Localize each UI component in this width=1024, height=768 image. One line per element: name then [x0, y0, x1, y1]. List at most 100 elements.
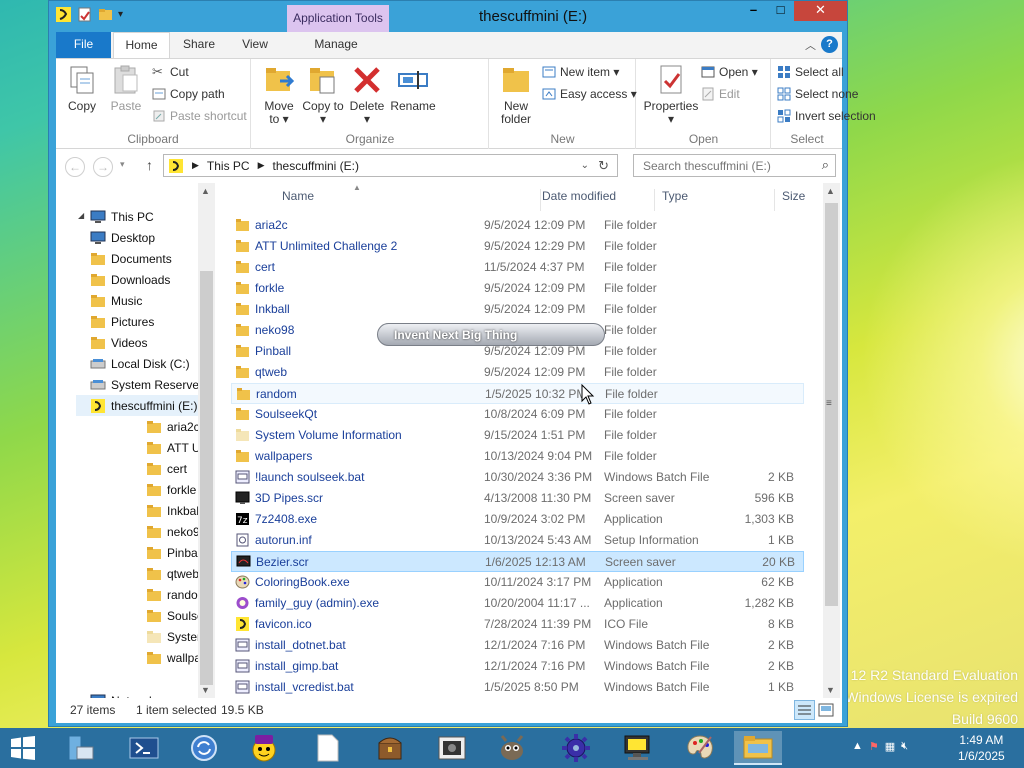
- paste-shortcut-button[interactable]: Paste shortcut: [152, 109, 247, 123]
- expand-chevron-icon[interactable]: ◢: [78, 211, 84, 220]
- back-button[interactable]: ←: [65, 157, 85, 177]
- address-dropdown-icon[interactable]: ⌄: [581, 160, 589, 171]
- file-row[interactable]: ATT Unlimited Challenge 2 9/5/2024 12:29 …: [231, 236, 804, 257]
- network-icon[interactable]: ▦: [885, 740, 895, 753]
- rename-button[interactable]: Rename: [390, 63, 436, 113]
- nav-item[interactable]: qtweb: [146, 563, 199, 584]
- refresh-icon[interactable]: ↻: [598, 158, 609, 174]
- nav-item[interactable]: Network: [90, 690, 155, 698]
- file-row[interactable]: autorun.inf 10/13/2024 5:43 AM Setup Infor…: [231, 530, 804, 551]
- properties-button[interactable]: Properties ▾: [641, 63, 701, 126]
- drive-icon[interactable]: [55, 6, 72, 23]
- nav-item[interactable]: Inkball: [146, 500, 202, 521]
- file-row[interactable]: 7z 7z2408.exe 10/9/2024 3:02 PM Application…: [231, 509, 804, 530]
- tab-share[interactable]: Share: [174, 32, 224, 58]
- tray-expand-icon[interactable]: ▲: [852, 740, 863, 753]
- scroll-up-icon[interactable]: ▲: [826, 186, 835, 196]
- file-row[interactable]: qtweb 9/5/2024 12:09 PM File folder: [231, 362, 804, 383]
- file-row[interactable]: favicon.ico 7/28/2024 11:39 PM ICO File 8 K…: [231, 614, 804, 635]
- breadcrumb-this-pc[interactable]: This PC: [207, 159, 250, 173]
- scroll-up-icon[interactable]: ▲: [201, 186, 210, 196]
- taskbar-sync-app[interactable]: [180, 731, 228, 765]
- start-button[interactable]: [10, 736, 36, 760]
- taskbar-settings-gear[interactable]: [552, 731, 600, 765]
- new-item-button[interactable]: New item ▾: [542, 65, 619, 79]
- nav-item[interactable]: Desktop: [90, 227, 155, 248]
- file-row[interactable]: Inkball 9/5/2024 12:09 PM File folder: [231, 299, 804, 320]
- cut-button[interactable]: ✂ Cut: [152, 65, 189, 80]
- copy-button[interactable]: Copy: [62, 63, 102, 113]
- column-size[interactable]: Size: [775, 189, 855, 211]
- file-row[interactable]: install_gimp.bat 12/1/2024 7:16 PM Windows…: [231, 656, 804, 677]
- file-row[interactable]: wallpapers 10/13/2024 9:04 PM File folder: [231, 446, 804, 467]
- breadcrumb-chevron-icon[interactable]: ▶: [258, 160, 265, 171]
- volume-muted-icon[interactable]: 🔇︎: [901, 740, 908, 753]
- nav-item[interactable]: Pinball: [146, 542, 203, 563]
- taskbar-paint[interactable]: [676, 731, 724, 765]
- taskbar-archive-app[interactable]: [366, 731, 414, 765]
- help-icon[interactable]: ?: [821, 36, 838, 53]
- nav-item[interactable]: Downloads: [90, 269, 170, 290]
- new-folder-icon[interactable]: [97, 6, 114, 23]
- nav-item[interactable]: aria2c: [146, 416, 200, 437]
- file-row[interactable]: System Volume Information 9/15/2024 1:51 …: [231, 425, 804, 446]
- nav-item[interactable]: cert: [146, 458, 187, 479]
- nav-item[interactable]: Videos: [90, 332, 147, 353]
- scroll-down-icon[interactable]: ▼: [201, 685, 210, 695]
- select-all-button[interactable]: Select all: [777, 65, 844, 79]
- tab-view[interactable]: View: [234, 32, 276, 58]
- taskbar-file-explorer[interactable]: [734, 731, 782, 765]
- collapse-ribbon-icon[interactable]: ︿: [805, 37, 816, 53]
- file-row[interactable]: cert 11/5/2024 4:37 PM File folder: [231, 257, 804, 278]
- column-name[interactable]: Name: [275, 189, 541, 211]
- nav-item[interactable]: Local Disk (C:): [90, 353, 190, 374]
- nav-item[interactable]: Documents: [90, 248, 172, 269]
- application-tools-tab[interactable]: Application Tools: [287, 5, 389, 32]
- qat-dropdown-icon[interactable]: ▾: [118, 9, 123, 20]
- tab-home[interactable]: Home: [113, 32, 170, 59]
- file-row[interactable]: install_dotnet.bat 12/1/2024 7:16 PM Windo…: [231, 635, 804, 656]
- paste-button[interactable]: Paste: [106, 63, 146, 113]
- recent-locations-icon[interactable]: ▾: [120, 159, 125, 170]
- nav-item[interactable]: Pictures: [90, 311, 154, 332]
- file-row[interactable]: ColoringBook.exe 10/11/2024 3:17 PM Applic…: [231, 572, 804, 593]
- file-row[interactable]: forkle 9/5/2024 12:09 PM File folder: [231, 278, 804, 299]
- minimize-button[interactable]: –: [740, 1, 767, 21]
- file-row[interactable]: family_guy (admin).exe 10/20/2004 11:17 .…: [231, 593, 804, 614]
- nav-item[interactable]: thescuffmini (E:): [76, 395, 198, 416]
- delete-button[interactable]: Delete ▾: [346, 63, 388, 126]
- tab-file[interactable]: File: [56, 32, 111, 58]
- easy-access-button[interactable]: Easy access ▾: [542, 87, 637, 101]
- nav-item[interactable]: System Reserved: [90, 374, 206, 395]
- taskbar-powershell[interactable]: [120, 731, 168, 765]
- taskbar-gimp[interactable]: [488, 731, 536, 765]
- address-bar[interactable]: ▶ This PC ▶ thescuffmini (E:) ⌄ ↻: [163, 154, 618, 177]
- file-row[interactable]: aria2c 9/5/2024 12:09 PM File folder: [231, 215, 804, 236]
- taskbar-server-manager[interactable]: [56, 731, 104, 765]
- properties-icon[interactable]: [76, 6, 93, 23]
- move-to-button[interactable]: Move to ▾: [258, 63, 300, 126]
- copy-to-button[interactable]: Copy to ▾: [302, 63, 344, 126]
- edit-button[interactable]: Edit: [701, 87, 740, 101]
- scroll-down-icon[interactable]: ▼: [826, 685, 835, 695]
- nav-item[interactable]: This PC: [90, 206, 154, 227]
- file-row[interactable]: SoulseekQt 10/8/2024 6:09 PM File folder: [231, 404, 804, 425]
- file-row[interactable]: install_vcredist.bat 1/5/2025 8:50 PM Wind…: [231, 677, 804, 695]
- new-folder-button[interactable]: New folder: [494, 63, 538, 126]
- nav-item[interactable]: Music: [90, 290, 142, 311]
- taskbar-photo-viewer[interactable]: [428, 731, 476, 765]
- taskbar-computer[interactable]: [614, 731, 662, 765]
- title-bar[interactable]: ▾ Application Tools thescuffmini (E:) – …: [49, 1, 847, 32]
- copy-path-button[interactable]: Copy path: [152, 87, 225, 101]
- invert-selection-button[interactable]: Invert selection: [777, 109, 876, 123]
- breadcrumb-drive[interactable]: thescuffmini (E:): [273, 159, 359, 173]
- file-scrollbar[interactable]: ▲ ≡ ▼: [823, 183, 840, 698]
- maximize-button[interactable]: □: [767, 1, 794, 21]
- search-icon[interactable]: ⌕: [822, 157, 829, 173]
- nav-item[interactable]: forkle: [146, 479, 196, 500]
- select-none-button[interactable]: Select none: [777, 87, 858, 101]
- taskbar-clock[interactable]: 1:49 AM 1/6/2025: [958, 732, 1005, 764]
- breadcrumb-chevron-icon[interactable]: ▶: [192, 160, 199, 171]
- search-input[interactable]: Search thescuffmini (E:) ⌕: [633, 154, 836, 177]
- file-row[interactable]: 3D Pipes.scr 4/13/2008 11:30 PM Screen sav…: [231, 488, 804, 509]
